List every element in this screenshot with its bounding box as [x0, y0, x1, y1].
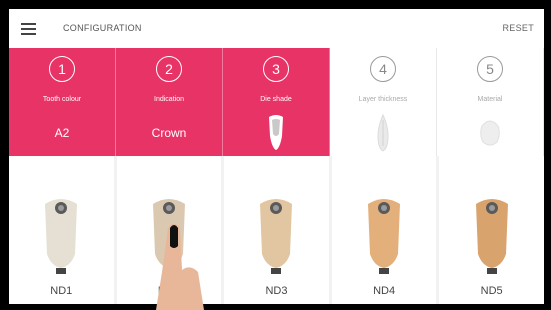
pointing-finger-icon: [156, 224, 204, 310]
app-frame: CONFIGURATION RESET 1 Tooth colour A2 2 …: [9, 9, 544, 304]
material-icon: [480, 120, 500, 146]
menu-icon[interactable]: [21, 23, 36, 35]
step-label: Indication: [154, 96, 184, 103]
step-value: Crown: [151, 126, 187, 140]
step-label: Tooth colour: [42, 96, 82, 103]
shade-card-nd3[interactable]: ND3: [224, 156, 329, 304]
step-number-1: 1: [49, 56, 75, 82]
step-value: A2: [54, 126, 70, 140]
shade-label: ND5: [480, 285, 503, 297]
shade-sample-icon: [45, 199, 78, 274]
page-title: CONFIGURATION: [63, 23, 142, 33]
top-bar: CONFIGURATION RESET: [9, 9, 544, 49]
die-shade-icon: [269, 115, 283, 150]
shade-label: ND4: [373, 285, 396, 297]
step-material[interactable]: 5 Material: [437, 48, 544, 156]
layer-thickness-icon: [377, 114, 389, 152]
step-layer-thickness[interactable]: 4 Layer thickness: [330, 48, 437, 156]
step-label: Material: [477, 96, 503, 103]
step-number-5: 5: [477, 56, 503, 82]
shade-card-nd5[interactable]: ND5: [439, 156, 544, 304]
step-die-shade[interactable]: 3 Die shade: [223, 48, 330, 156]
shade-label: ND3: [265, 285, 288, 297]
shade-sample-icon: [475, 199, 508, 274]
shade-sample-icon: [368, 199, 401, 274]
step-label: Layer thickness: [358, 96, 408, 103]
step-number-3: 3: [263, 56, 289, 82]
shade-card-nd4[interactable]: ND4: [331, 156, 437, 304]
step-navigation: 1 Tooth colour A2 2 Indication Crown 3 D…: [9, 48, 544, 156]
step-indication[interactable]: 2 Indication Crown: [116, 48, 223, 156]
shade-grid: ND1 ND2 ND3 ND4: [9, 156, 544, 304]
shade-sample-icon: [260, 199, 293, 274]
shade-label: ND1: [50, 285, 73, 297]
reset-button[interactable]: RESET: [502, 23, 534, 33]
step-number-4: 4: [370, 56, 396, 82]
step-number-2: 2: [156, 56, 182, 82]
step-label: Die shade: [260, 96, 292, 103]
step-tooth-colour[interactable]: 1 Tooth colour A2: [9, 48, 116, 156]
shade-card-nd1[interactable]: ND1: [9, 156, 114, 304]
